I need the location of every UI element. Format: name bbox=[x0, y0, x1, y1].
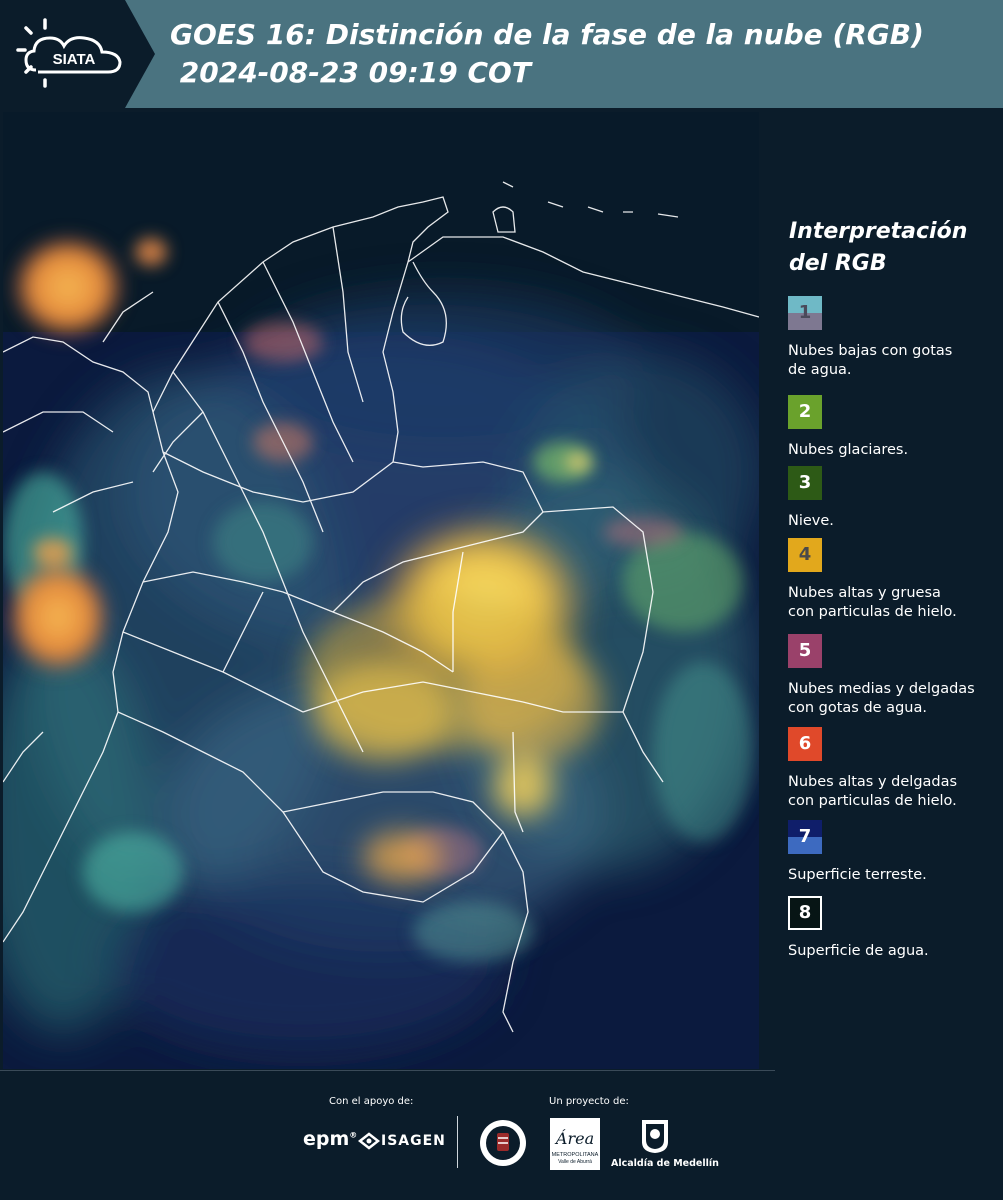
area-metropolitana-logo: Área METROPOLITANA Valle de Aburrá bbox=[550, 1118, 600, 1170]
legend-item: 7 Superficie terreste. bbox=[788, 820, 1003, 885]
alcaldia-label: Alcaldía de Medellín bbox=[611, 1158, 719, 1169]
legend-item: 2 Nubes glaciares. bbox=[788, 395, 1003, 460]
legend-label-line-1: Nubes medias y delgadas bbox=[788, 681, 975, 697]
legend-number: 3 bbox=[798, 472, 812, 493]
legend-label: Nubes medias y delgadas con gotas de agua… bbox=[788, 680, 1003, 718]
legend-label: Nubes bajas con gotas de agua. bbox=[788, 342, 1003, 380]
satellite-map bbox=[3, 112, 759, 1069]
legend-swatch: 1 bbox=[788, 296, 822, 330]
legend-label-line-2: con particulas de hielo. bbox=[788, 604, 957, 620]
legend-label: Superficie terreste. bbox=[788, 866, 1003, 885]
legend-label-line-2: con particulas de hielo. bbox=[788, 793, 957, 809]
legend-label: Superficie de agua. bbox=[788, 942, 1003, 961]
legend-item: 8 Superficie de agua. bbox=[788, 896, 1003, 961]
legend-swatch: 8 bbox=[788, 896, 822, 930]
area-logo-text: Área bbox=[554, 1128, 594, 1148]
legend-number: 5 bbox=[798, 640, 812, 661]
legend-label: Nubes altas y gruesa con particulas de hi… bbox=[788, 584, 1003, 622]
legend-number: 7 bbox=[798, 826, 812, 847]
legend-panel: Interpretación del RGB 1 Nubes bajas con … bbox=[775, 110, 1003, 1070]
legend-item: 4 Nubes altas y gruesa con particulas de h… bbox=[788, 538, 1003, 622]
legend-item: 6 Nubes altas y delgadas con particulas de… bbox=[788, 727, 1003, 811]
legend-label-line-1: Nubes altas y delgadas bbox=[788, 774, 958, 790]
legend-number: 4 bbox=[798, 544, 812, 565]
legend-label-line-1: Nubes altas y gruesa bbox=[788, 585, 941, 601]
legend-label-line-1: Nubes glaciares. bbox=[788, 442, 909, 458]
logos-divider bbox=[457, 1116, 458, 1168]
legend-label-line-1: Superficie terreste. bbox=[788, 867, 927, 883]
legend-item: 3 Nieve. bbox=[788, 466, 1003, 531]
title-line-2: 2024-08-23 09:19 COT bbox=[170, 56, 531, 89]
footer: Con el apoyo de: Un proyecto de: epm® IS… bbox=[0, 1070, 1003, 1200]
legend-label-line-2: de agua. bbox=[788, 362, 852, 378]
support-label: Con el apoyo de: bbox=[329, 1096, 414, 1107]
page-title: GOES 16: Distinción de la fase de la nub… bbox=[170, 16, 924, 92]
legend-swatch: 4 bbox=[788, 538, 822, 572]
legend-swatch: 2 bbox=[788, 395, 822, 429]
legend-item: 5 Nubes medias y delgadas con gotas de agu… bbox=[788, 634, 1003, 718]
legend-title-line-1: Interpretación bbox=[789, 219, 968, 244]
legend-label-line-1: Superficie de agua. bbox=[788, 943, 929, 959]
legend-label-line-1: Nieve. bbox=[788, 513, 834, 529]
legend-swatch: 6 bbox=[788, 727, 822, 761]
isagen-mark-icon bbox=[358, 1132, 380, 1150]
legend-title: Interpretación del RGB bbox=[789, 216, 967, 280]
legend-item: 1 Nubes bajas con gotas de agua. bbox=[788, 296, 1003, 380]
project-label: Un proyecto de: bbox=[549, 1096, 629, 1107]
legend-label-line-2: con gotas de agua. bbox=[788, 700, 927, 716]
legend-label: Nubes altas y delgadas con particulas de … bbox=[788, 773, 1003, 811]
legend-label: Nieve. bbox=[788, 512, 1003, 531]
isagen-logo: ISAGEN bbox=[381, 1133, 446, 1149]
legend-swatch: 3 bbox=[788, 466, 822, 500]
alcaldia-shield-icon bbox=[642, 1120, 668, 1153]
legend-swatch: 7 bbox=[788, 820, 822, 854]
legend-number: 2 bbox=[798, 401, 812, 422]
epm-logo: epm® bbox=[303, 1128, 358, 1150]
epm-logo-text: epm bbox=[303, 1128, 350, 1150]
legend-number: 1 bbox=[798, 302, 812, 323]
logo-text: SIATA bbox=[53, 51, 96, 68]
legend-title-line-2: del RGB bbox=[789, 251, 887, 276]
legend-swatch: 5 bbox=[788, 634, 822, 668]
header-bar: SIATA GOES 16: Distinción de la fase de … bbox=[0, 0, 1003, 108]
siata-logo: SIATA bbox=[0, 0, 155, 108]
legend-number: 8 bbox=[798, 902, 812, 923]
seal-logo-icon bbox=[480, 1120, 526, 1166]
legend-number: 6 bbox=[798, 733, 812, 754]
area-logo-sub-1: METROPOLITANA bbox=[552, 1152, 599, 1158]
legend-label: Nubes glaciares. bbox=[788, 441, 1003, 460]
area-logo-sub-2: Valle de Aburrá bbox=[558, 1159, 592, 1165]
legend-label-line-1: Nubes bajas con gotas bbox=[788, 343, 953, 359]
title-line-1: GOES 16: Distinción de la fase de la nub… bbox=[170, 18, 924, 51]
footer-divider-line bbox=[0, 1070, 775, 1071]
